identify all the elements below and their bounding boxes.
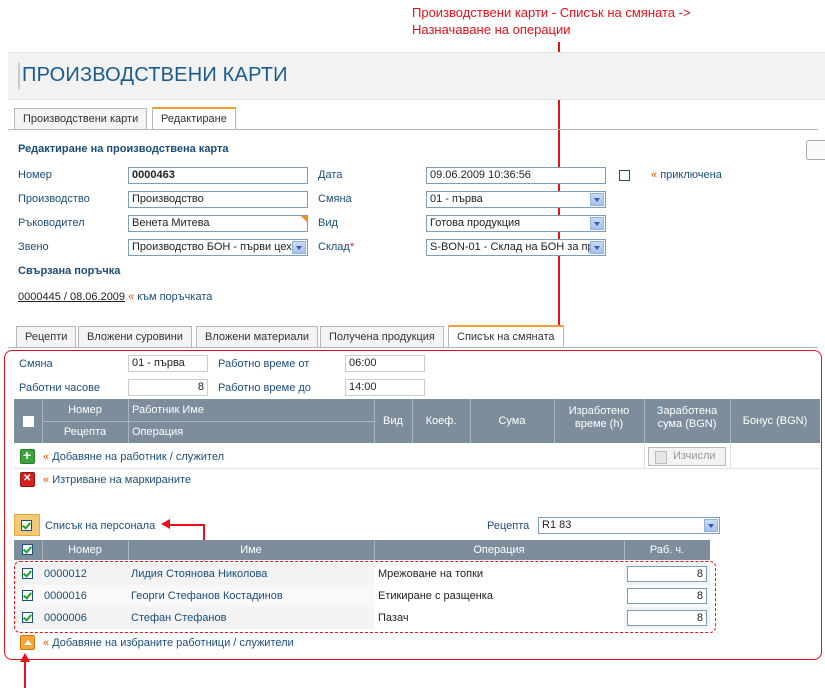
hdr-sep — [42, 421, 374, 422]
personnel-checkbox[interactable] — [21, 520, 32, 531]
highlight-rows — [14, 561, 716, 633]
tab-production-cards[interactable]: Производствени карти — [14, 108, 148, 129]
pcol-operation: Операция — [374, 540, 624, 560]
proizvodstvo-label: Производство — [18, 193, 90, 205]
chevron-down-icon[interactable] — [590, 241, 604, 254]
subtab-shift-list[interactable]: Списък на смяната — [448, 325, 564, 347]
data-label: Дата — [318, 169, 343, 181]
subtab-recipes[interactable]: Рецепти — [16, 326, 77, 347]
col-border — [730, 443, 731, 468]
hdr-sep — [730, 399, 731, 443]
vid-select[interactable]: Готова продукция — [426, 215, 606, 232]
page-title: ПРОИЗВОДСТВЕНИ КАРТИ — [22, 64, 288, 86]
chevron-down-icon[interactable] — [292, 241, 306, 254]
add-selected-icon[interactable] — [20, 635, 35, 650]
subtab-materials[interactable]: Вложени материали — [196, 326, 319, 347]
hdr-sep — [624, 540, 625, 560]
work-to-field[interactable]: 14:00 — [345, 379, 425, 396]
hdr-sep — [374, 540, 375, 560]
sklad-label: Склад* — [318, 241, 355, 253]
zveno-select[interactable]: Производство БОН - първи цех — [128, 239, 308, 256]
work-hours-label: Работни часове — [19, 382, 101, 394]
hdr-sep — [554, 399, 555, 443]
hdr-sep — [374, 399, 375, 443]
annotation-text: Производствени карти - Списък на смяната… — [412, 5, 691, 37]
col-vid: Вид — [374, 399, 412, 443]
calculate-button[interactable]: Изчисли — [648, 447, 726, 466]
col-recepta: Рецепта — [42, 422, 128, 443]
data-field[interactable]: 09.06.2009 10:36:56 — [426, 167, 606, 184]
col-bonus: Бонус (BGN) — [730, 399, 820, 443]
subtab-received-production[interactable]: Получена продукция — [320, 326, 444, 347]
personnel-select-all[interactable] — [22, 544, 33, 555]
work-from-label: Работно време от — [218, 358, 310, 370]
nomer-label: Номер — [18, 169, 52, 181]
col-worker-name: Работник Име — [128, 399, 374, 421]
col-earned: Заработена сума (BGN) — [644, 405, 730, 439]
prikluchena-checkbox[interactable] — [619, 170, 630, 181]
shift-smyana-field[interactable]: 01 - първа — [128, 355, 208, 372]
linked-order-line: 0000445 / 08.06.2009 « към поръчката — [18, 291, 213, 303]
delete-marked-link[interactable]: « Изтриване на маркираните — [43, 474, 191, 486]
tab-edit[interactable]: Редактиране — [152, 107, 236, 129]
pcol-hours: Раб. ч. — [624, 540, 710, 560]
col-nomer: Номер — [42, 399, 128, 421]
prikluchena-label: « приключена — [651, 169, 722, 181]
hdr-sep — [412, 399, 413, 443]
col-suma: Сума — [470, 399, 554, 443]
chevron-down-icon[interactable] — [590, 193, 604, 206]
smyana-label: Смяна — [318, 193, 352, 205]
hdr-sep — [128, 540, 129, 560]
col-border — [644, 443, 645, 468]
chevron-down-icon[interactable] — [590, 217, 604, 230]
hdr-sep — [42, 540, 43, 560]
annotation-arrow-head — [161, 519, 170, 529]
row-border — [14, 468, 820, 469]
hdr-sep — [644, 399, 645, 443]
recepta-label: Рецепта — [487, 520, 530, 532]
shift-smyana-label: Смяна — [19, 358, 53, 370]
lookup-corner-icon — [301, 216, 307, 222]
linked-order-link[interactable]: 0000445 / 08.06.2009 — [18, 291, 125, 303]
col-operation: Операция — [128, 422, 374, 443]
proizvodstvo-field[interactable]: Производство — [128, 191, 308, 208]
work-from-field[interactable]: 06:00 — [345, 355, 425, 372]
zveno-label: Звено — [18, 241, 49, 253]
sklad-select[interactable]: S-BON-01 - Склад на БОН за пр — [426, 239, 606, 256]
subtab-divider — [8, 347, 818, 348]
chevron-down-icon[interactable] — [704, 519, 718, 532]
pcol-name: Име — [128, 540, 374, 560]
smyana-select[interactable]: 01 - първа — [426, 191, 606, 208]
rakovoditel-label: Ръководител — [18, 217, 85, 229]
top-right-button-edge[interactable] — [806, 140, 825, 160]
add-selected-link[interactable]: « Добавяне на избраните работници / служ… — [43, 637, 294, 649]
rakovoditel-field[interactable]: Венета Митева — [128, 215, 308, 232]
to-order-link[interactable]: към поръчката — [137, 291, 212, 303]
pcol-nomer: Номер — [42, 540, 128, 560]
nomer-field[interactable]: 0000463 — [128, 167, 308, 184]
select-all-checkbox[interactable] — [23, 416, 34, 427]
delete-icon[interactable] — [20, 472, 35, 487]
add-icon[interactable] — [20, 447, 35, 464]
annotation-arrow-line — [24, 660, 26, 688]
work-to-label: Работно време до — [218, 382, 311, 394]
edit-section-title: Редактиране на производствена карта — [18, 143, 229, 155]
col-time: Изработено време (h) — [554, 405, 644, 439]
personnel-title: Списък на персонала — [45, 520, 156, 532]
col-koef: Коеф. — [412, 399, 470, 443]
linked-order-title: Свързана поръчка — [18, 265, 121, 277]
annotation-arrow-line — [170, 524, 204, 526]
tab-divider — [8, 129, 818, 130]
subtab-raw-materials[interactable]: Вложени суровини — [78, 326, 192, 347]
work-hours-field[interactable]: 8 — [128, 379, 208, 396]
hdr-sep — [470, 399, 471, 443]
title-bar: ПРОИЗВОДСТВЕНИ КАРТИ — [8, 52, 825, 100]
vid-label: Вид — [318, 217, 338, 229]
recepta-select[interactable]: R1 83 — [538, 517, 720, 534]
add-worker-link[interactable]: « Добавяне на работник / служител — [43, 451, 224, 463]
